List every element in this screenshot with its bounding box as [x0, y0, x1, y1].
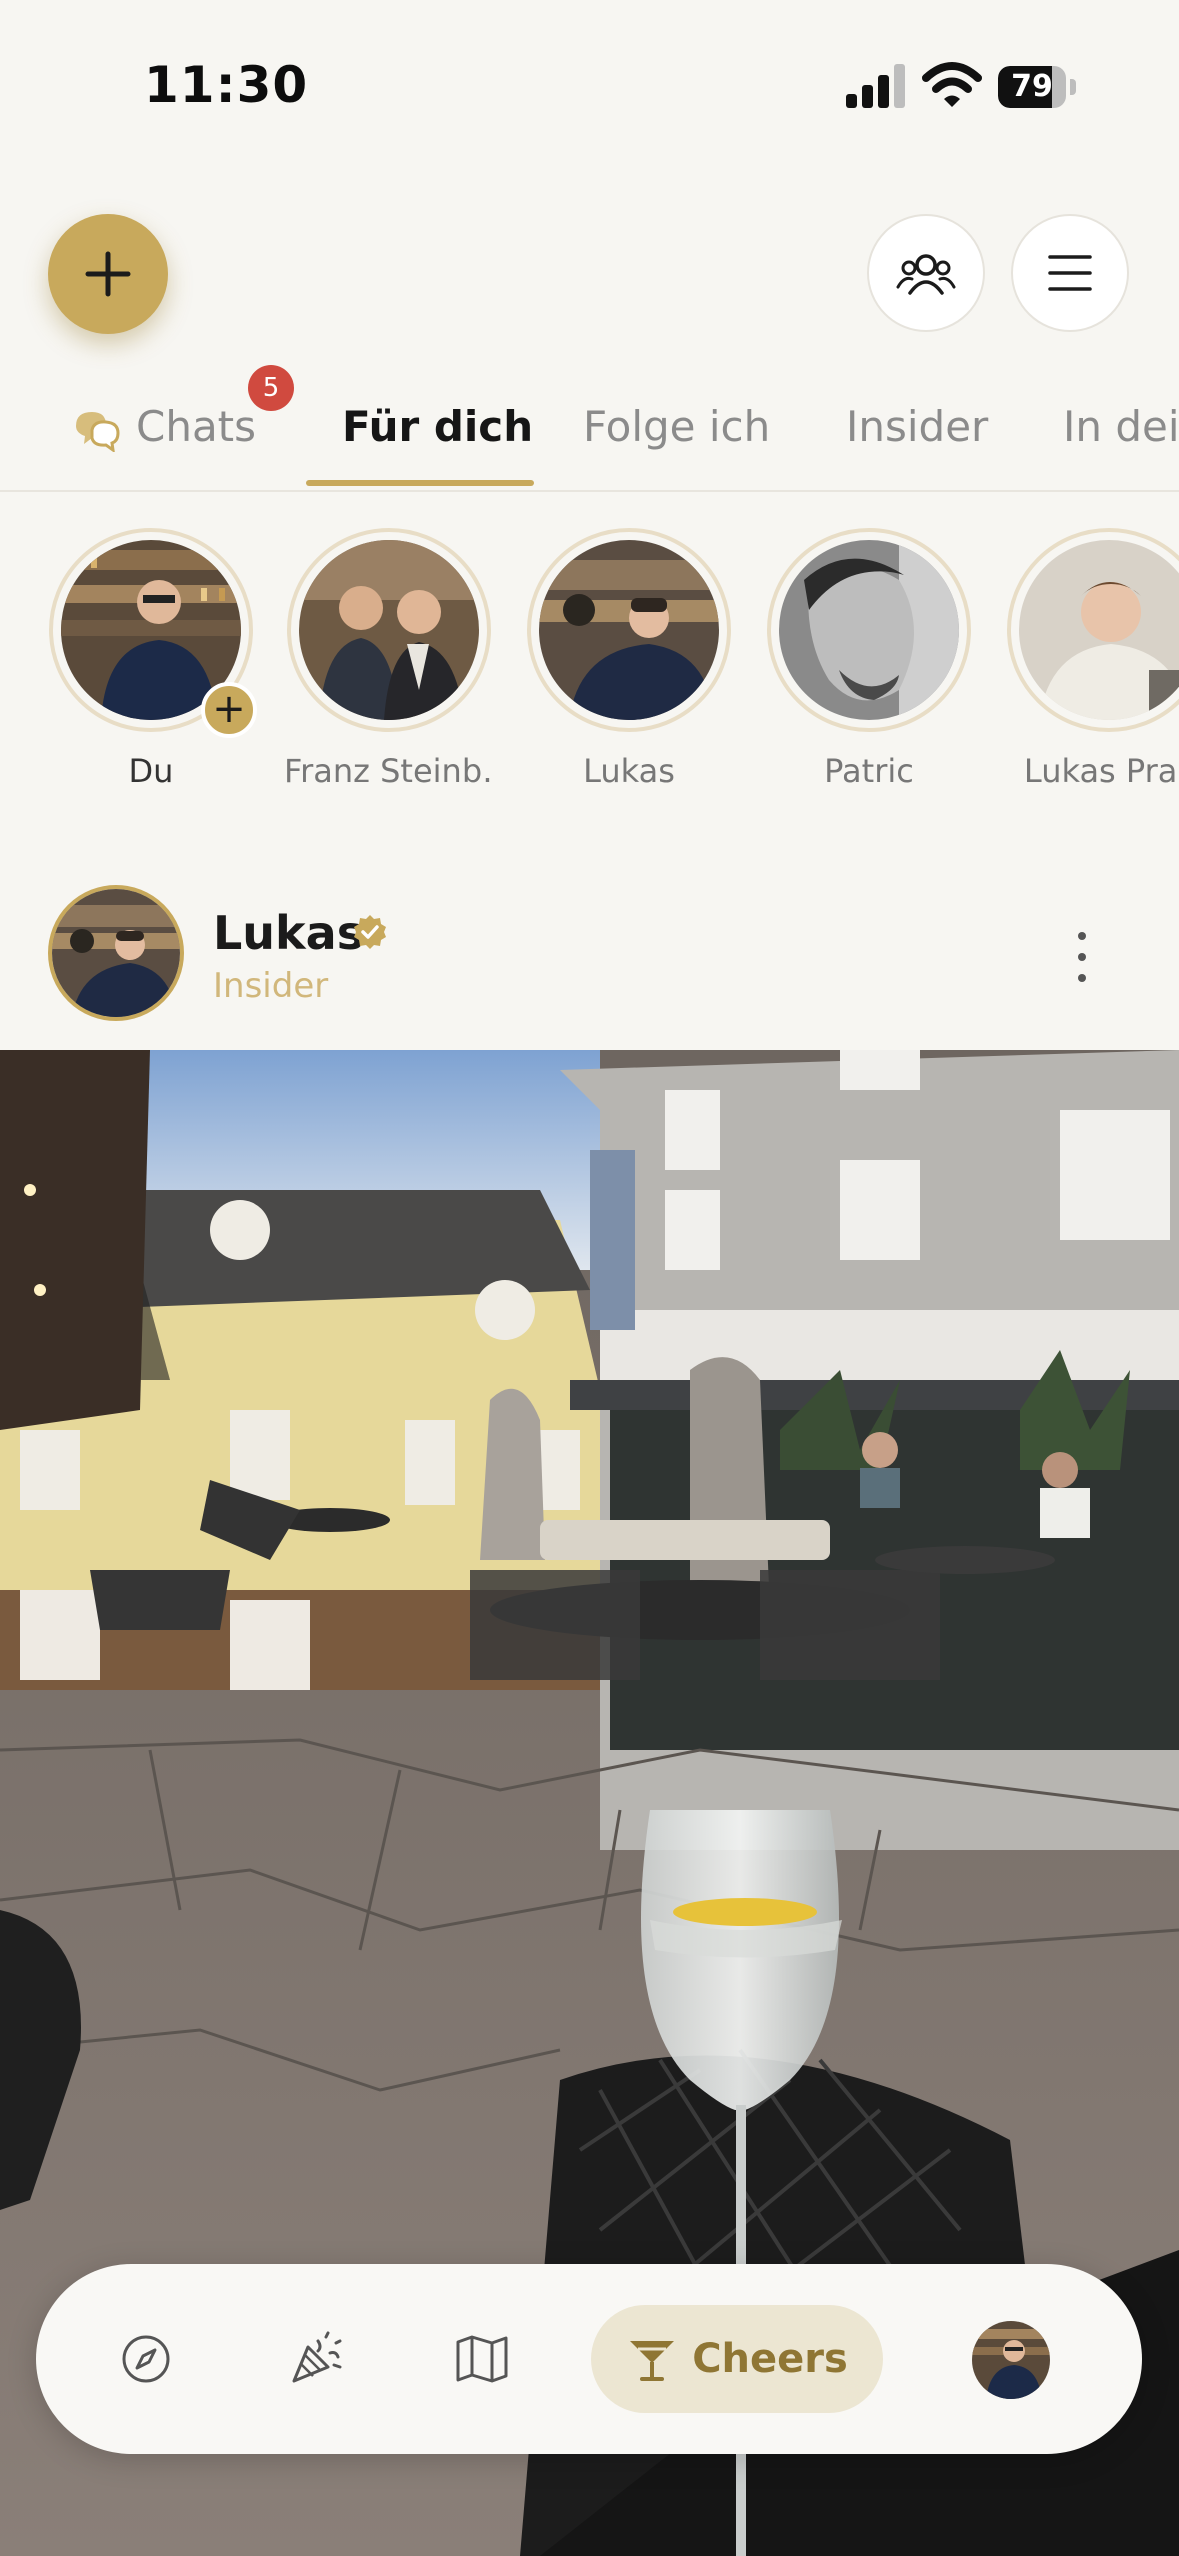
tab-chats-label: Chats: [136, 402, 257, 451]
story-own[interactable]: + Du: [46, 528, 257, 790]
post-header: Lukas Insider: [0, 880, 1179, 1050]
status-time: 11:30: [144, 56, 309, 114]
nav-map[interactable]: [442, 2319, 522, 2399]
tab-folge-ich-label: Folge ich: [583, 402, 771, 451]
compass-icon: [122, 2335, 170, 2383]
tab-folge-ich[interactable]: Folge ich: [583, 392, 770, 462]
tab-insider[interactable]: Insider: [846, 392, 988, 462]
story-franz[interactable]: Franz Steinb…: [284, 528, 494, 790]
hamburger-icon: [1048, 255, 1092, 291]
story-name: Patric: [824, 752, 914, 790]
active-tab-indicator: [306, 480, 534, 486]
nav-explore[interactable]: [106, 2319, 186, 2399]
people-icon: [896, 254, 956, 295]
battery-indicator: 79: [998, 66, 1078, 108]
story-name: Lukas Pras: [1023, 752, 1179, 790]
story-avatar: [1019, 540, 1179, 720]
more-options-icon[interactable]: [1070, 930, 1094, 984]
add-story-button[interactable]: +: [201, 682, 257, 738]
signal-icon: [846, 64, 905, 108]
chats-unread-badge: 5: [248, 365, 294, 411]
status-bar: 11:30 79: [0, 0, 1179, 150]
battery-label: 79: [1011, 69, 1053, 104]
bottom-navigation: Cheers: [36, 2264, 1142, 2454]
story-name: Du: [128, 752, 174, 790]
party-popper-icon: [292, 2331, 342, 2383]
post-author-name[interactable]: Lukas: [213, 906, 364, 960]
cocktail-glass-icon: [630, 2341, 675, 2381]
map-icon: [456, 2335, 508, 2383]
menu-button[interactable]: [1011, 214, 1129, 332]
tab-fuer-dich[interactable]: Für dich: [342, 392, 533, 462]
nav-profile-avatar[interactable]: [972, 2321, 1050, 2399]
story-name: Franz Steinb…: [284, 752, 494, 790]
create-post-button[interactable]: [48, 214, 168, 334]
wifi-icon: [922, 62, 982, 107]
post-author-role: Insider: [213, 966, 329, 1006]
feed-tabs: Chats Für dich Folge ich Insider In dein: [0, 380, 1179, 492]
nav-cheers[interactable]: Cheers: [591, 2305, 883, 2413]
story-name: Lukas: [583, 752, 675, 790]
story-avatar: [779, 540, 959, 720]
tab-insider-label: Insider: [846, 402, 989, 451]
tab-in-dein[interactable]: In dein: [1063, 392, 1179, 462]
tab-chats[interactable]: Chats: [72, 392, 256, 462]
tab-in-dein-label: In dein: [1063, 402, 1179, 451]
nav-cheers-label: Cheers: [692, 2336, 848, 2382]
post-author-avatar[interactable]: [48, 885, 184, 1021]
chat-bubbles-icon: [76, 411, 120, 453]
plus-icon: [85, 251, 131, 297]
tab-fuer-dich-label: Für dich: [342, 402, 534, 451]
story-lukas[interactable]: Lukas: [524, 528, 734, 790]
friends-button[interactable]: [867, 214, 985, 332]
nav-events[interactable]: [276, 2319, 356, 2399]
stories-row: + Du Franz Steinb… Lukas Patric Lukas Pr…: [0, 520, 1179, 810]
story-patric[interactable]: Patric: [764, 528, 974, 790]
story-avatar: [299, 540, 479, 720]
story-lukas-pras[interactable]: Lukas Pras: [1004, 528, 1179, 790]
verified-badge-icon: [354, 915, 386, 949]
story-avatar: [539, 540, 719, 720]
